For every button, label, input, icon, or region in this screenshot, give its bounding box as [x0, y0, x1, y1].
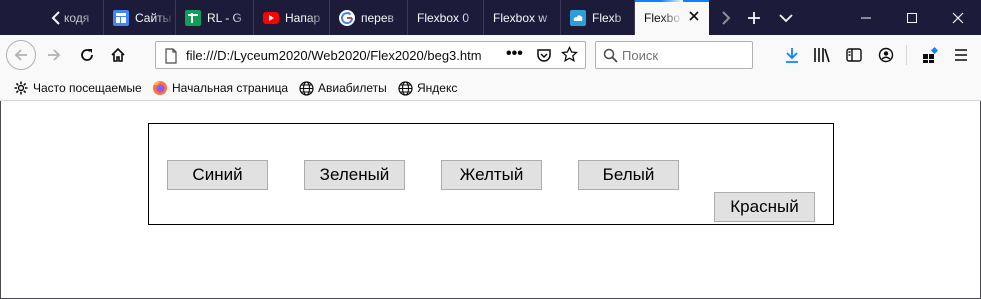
plus-icon	[748, 11, 760, 24]
tab-fade	[612, 0, 634, 35]
chevron-left-icon	[51, 10, 60, 25]
reload-icon	[81, 49, 93, 61]
bookmark-label: Часто посещаемые	[33, 81, 142, 95]
flex-container: Синий Зеленый Желтый Белый Красный	[148, 123, 834, 225]
bookmark-flights[interactable]: Авиабилеты	[298, 79, 387, 97]
bookmark-yandex[interactable]: Яндекс	[397, 79, 457, 97]
sidebar-icon	[846, 48, 862, 62]
sidebar-button[interactable]	[843, 44, 865, 66]
account-button[interactable]	[875, 44, 897, 66]
firefox-icon	[152, 80, 168, 96]
tab-fade	[538, 0, 560, 35]
google-icon	[339, 9, 355, 26]
tab-fade	[153, 0, 175, 35]
tab-active[interactable]: Flexbo	[635, 0, 709, 35]
sheets-icon	[185, 9, 201, 26]
search-bar[interactable]	[595, 41, 753, 69]
tab-strip-leading-space	[0, 0, 38, 35]
tab-5[interactable]: Flexbox 0	[408, 0, 484, 35]
library-button[interactable]	[811, 44, 833, 66]
tab-6[interactable]: Flexbox w	[484, 0, 561, 35]
search-input[interactable]	[622, 45, 746, 65]
toolbar-separator	[906, 45, 907, 65]
tab-fade	[231, 0, 253, 35]
tab-0[interactable]: кодя	[62, 0, 104, 35]
maximize-icon	[907, 12, 917, 23]
new-tab-button[interactable]	[738, 0, 770, 35]
bookmark-label: Начальная страница	[172, 81, 289, 95]
bookmark-most-visited[interactable]: Часто посещаемые	[13, 79, 142, 97]
tab-fade	[661, 0, 683, 35]
tab-fade	[81, 0, 103, 35]
chevron-right-icon	[722, 10, 731, 25]
green-button[interactable]: Зеленый	[304, 160, 405, 190]
close-window-button[interactable]	[935, 0, 981, 35]
home-icon	[111, 47, 125, 62]
bookmark-star-icon[interactable]	[560, 45, 579, 66]
minimize-button[interactable]	[843, 0, 889, 35]
tab-fade	[385, 0, 407, 35]
navigation-toolbar: file:///D:/Lyceum2020/Web2020/Flex2020/b…	[0, 35, 981, 75]
url-fade	[478, 44, 504, 66]
tab-fade	[461, 0, 483, 35]
menu-button[interactable]	[950, 44, 972, 66]
tab-3[interactable]: Напар	[254, 0, 330, 35]
close-tab-icon[interactable]	[687, 10, 701, 24]
blue-button[interactable]: Синий	[167, 160, 268, 190]
url-text: file:///D:/Lyceum2020/Web2020/Flex2020/b…	[186, 48, 482, 63]
hamburger-menu-icon	[955, 49, 967, 61]
reload-button[interactable]	[72, 40, 102, 70]
page-icon	[164, 48, 178, 67]
sites-icon	[113, 9, 129, 26]
chevron-down-icon	[779, 13, 793, 22]
puzzle-icon	[923, 46, 939, 63]
downloads-button[interactable]	[781, 44, 803, 66]
tab-2[interactable]: RL - G	[176, 0, 254, 35]
page-content: Синий Зеленый Желтый Белый Красный	[0, 101, 981, 299]
extensions-button[interactable]	[919, 44, 941, 66]
tab-strip: кодя Сайты RL - G Напар перев Flexbox 0	[0, 0, 981, 35]
arrow-right-icon	[48, 49, 61, 61]
yellow-button[interactable]: Желтый	[441, 160, 542, 190]
forward-button[interactable]	[39, 40, 69, 70]
youtube-icon	[263, 10, 279, 26]
white-button[interactable]: Белый	[578, 160, 679, 190]
minimize-icon	[861, 17, 871, 18]
globe-icon	[298, 80, 314, 96]
address-bar[interactable]: file:///D:/Lyceum2020/Web2020/Flex2020/b…	[155, 41, 586, 69]
download-icon	[786, 48, 798, 63]
home-button[interactable]	[103, 40, 133, 70]
bookmarks-toolbar: Часто посещаемые Начальная страница Авиа…	[0, 75, 981, 101]
maximize-button[interactable]	[889, 0, 935, 35]
back-button[interactable]	[6, 40, 36, 70]
tab-7[interactable]: Flexb	[561, 0, 635, 35]
arrow-left-icon	[14, 49, 27, 61]
pocket-icon[interactable]	[536, 47, 552, 66]
list-all-tabs-button[interactable]	[770, 0, 802, 35]
gear-icon	[13, 80, 29, 96]
bookmark-label: Авиабилеты	[318, 81, 387, 95]
globe-icon	[397, 80, 413, 96]
page-actions-icon[interactable]: •••	[506, 45, 523, 63]
bookmark-label: Яндекс	[417, 81, 458, 95]
red-button[interactable]: Красный	[714, 192, 815, 222]
bookmark-start-page[interactable]: Начальная страница	[152, 79, 288, 97]
tab-4[interactable]: перев	[330, 0, 408, 35]
cloud-icon	[570, 9, 586, 26]
account-icon	[878, 47, 894, 63]
close-icon	[952, 12, 964, 23]
library-icon	[814, 48, 830, 63]
search-icon	[603, 48, 618, 66]
tab-1[interactable]: Сайты	[104, 0, 176, 35]
tab-fade	[307, 0, 329, 35]
